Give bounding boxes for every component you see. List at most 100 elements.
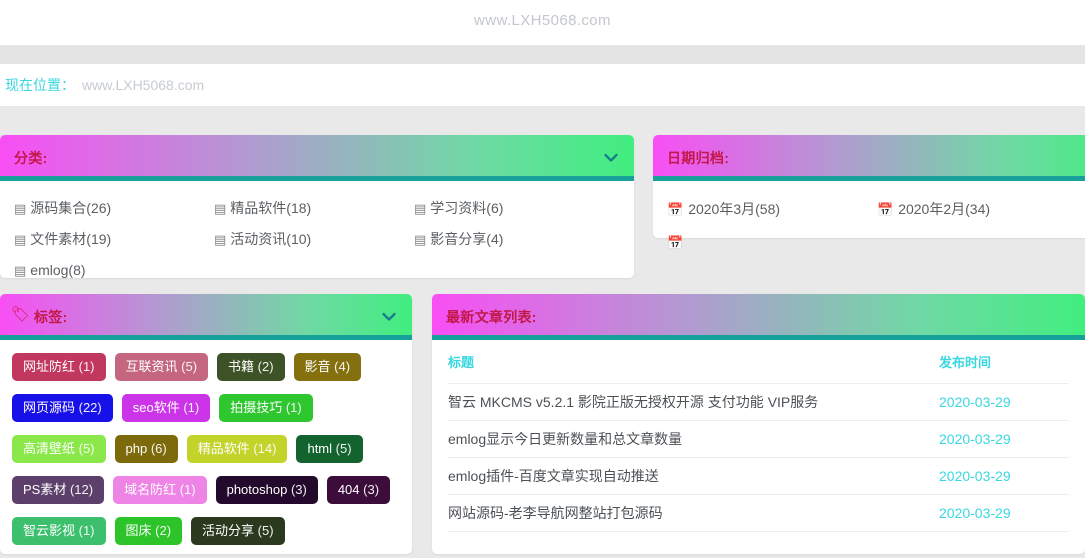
breadcrumb: 现在位置：www.LXH5068.com [5,75,204,95]
tag-link[interactable]: 网页源码 (22) [12,394,113,422]
tag-link[interactable]: 影音 (4) [294,353,362,381]
tags-panel: 🏷 标签: 网址防红 (1) 互联资讯 (5) 书籍 (2) 影音 (4) 网页源码 (… [0,294,412,554]
category-item[interactable]: ▤精品软件(18) [214,193,414,224]
article-date: 2020-03-29 [939,505,1069,521]
tag-label: photoshop [227,482,288,497]
tag-link[interactable]: 高清壁纸 (5) [12,435,106,463]
date-archive-panel-header[interactable]: 日期归档: [653,135,1085,181]
tag-label: 404 [338,482,360,497]
tag-label: seo软件 [133,400,180,415]
tag-link[interactable]: php (6) [115,435,178,463]
category-item-label: emlog(8) [30,262,85,278]
tag-count: (22) [75,400,102,415]
category-item-label: 活动资讯(10) [230,231,311,247]
chevron-down-icon[interactable] [602,149,620,167]
article-date: 2020-03-29 [939,431,1069,447]
calendar-icon: 📅 [877,202,893,217]
categories-panel: 分类: ▤源码集合(26)▤精品软件(18)▤学习资料(6)▤文件素材(19)▤… [0,135,634,278]
tag-label: 图床 [126,523,152,538]
latest-articles-panel: 最新文章列表: 标题 发布时间 智云 MKCMS v5.2.1 影院正版无授权开… [432,294,1085,554]
category-item[interactable]: ▤ 源码集合(26) [14,193,214,224]
tag-count: (1) [75,359,95,374]
article-title[interactable]: emlog显示今日更新数量和总文章数量 [448,429,939,449]
tag-count: (3) [287,482,307,497]
chevron-down-icon[interactable] [380,308,398,326]
categories-list: ▤源码集合(26)▤精品软件(18)▤学习资料(6)▤文件素材(19)▤活动资讯… [0,181,634,286]
date-archive-item-label: 2020年2月(34) [898,201,990,217]
breadcrumb-bar: 现在位置：www.LXH5068.com [0,64,1085,106]
tag-link[interactable]: PS素材 (12) [12,476,104,504]
tag-link[interactable]: 图床 (2) [115,517,183,545]
categories-title: 分类: [14,148,48,168]
article-title[interactable]: 网站源码-老李导航网整站打包源码 [448,503,939,523]
tag-label: 互联资讯 [126,359,178,374]
article-date: 2020-03-29 [939,468,1069,484]
list-icon: ▤ [14,232,26,247]
tag-count: (5) [254,523,274,538]
tag-label: 域名防红 [124,482,176,497]
top-band: www.LXH5068.com [0,0,1085,45]
category-item[interactable]: ▤活动资讯(10) [214,224,414,255]
tag-link[interactable]: 互联资讯 (5) [115,353,209,381]
list-icon: ▤ [14,263,26,278]
tag-link[interactable]: 网址防红 (1) [12,353,106,381]
article-title[interactable]: 智云 MKCMS v5.2.1 影院正版无授权开源 支付功能 VIP服务 [448,392,939,412]
category-item[interactable]: ▤ 影音分享(4) [414,224,614,255]
tag-label: 书籍 [228,359,254,374]
category-item[interactable]: ▤ emlog(8) [14,255,214,286]
date-archive-item[interactable]: 📅 [667,226,877,259]
list-icon: ▤ [14,201,26,216]
column-header-date: 发布时间 [939,352,1069,371]
tag-link[interactable]: 404 (3) [327,476,390,504]
tag-link[interactable]: 书籍 (2) [217,353,285,381]
category-item-label: 精品软件(18) [230,200,311,216]
category-item-label: 影音分享(4) [430,231,503,247]
tag-link[interactable]: 活动分享 (5) [191,517,285,545]
latest-articles-panel-header[interactable]: 最新文章列表: [432,294,1085,340]
category-item-label: 学习资料(6) [430,200,503,216]
tag-link[interactable]: seo软件 (1) [122,394,210,422]
tag-link[interactable]: 精品软件 (14) [187,435,288,463]
date-archive-item-label: 2020年3月(58) [688,201,780,217]
tag-label: html [307,441,332,456]
tag-label: 网页源码 [23,400,75,415]
tag-count: (2) [254,359,274,374]
category-item-label: 源码集合(26) [30,200,111,216]
tag-count: (1) [75,523,95,538]
date-archive-item[interactable]: 📅 2020年3月(58) [667,193,877,226]
tag-link[interactable]: 域名防红 (1) [113,476,207,504]
tag-link[interactable]: 智云影视 (1) [12,517,106,545]
category-item[interactable]: ▤学习资料(6) [414,193,614,224]
breadcrumb-value[interactable]: www.LXH5068.com [82,77,204,93]
tag-icon: 🏷 [11,307,30,322]
tag-label: 精品软件 [198,441,250,456]
date-archive-item[interactable]: 📅 2020年2月(34) [877,193,1085,226]
tag-count: (5) [75,441,95,456]
tags-panel-header[interactable]: 🏷 标签: [0,294,412,340]
latest-articles-title: 最新文章列表: [446,307,537,327]
calendar-icon: 📅 [667,235,683,250]
tag-label: 影音 [305,359,331,374]
tag-count: (5) [178,359,198,374]
tag-count: (1) [180,400,200,415]
table-row[interactable]: 智云 MKCMS v5.2.1 影院正版无授权开源 支付功能 VIP服务2020… [448,384,1069,421]
date-archive-panel: 日期归档: 📅2020年3月(58)📅2020年2月(34)📅 [653,135,1085,238]
articles-table: 标题 发布时间 智云 MKCMS v5.2.1 影院正版无授权开源 支付功能 V… [432,340,1085,532]
tags-title: 标签: [34,307,68,327]
tag-link[interactable]: html (5) [296,435,362,463]
table-row[interactable]: emlog插件-百度文章实现自动推送2020-03-29 [448,458,1069,495]
tag-label: 拍摄技巧 [230,400,282,415]
articles-table-header: 标题 发布时间 [448,340,1069,384]
category-item[interactable]: ▤ 文件素材(19) [14,224,214,255]
calendar-icon: 📅 [667,202,683,217]
tag-link[interactable]: photoshop (3) [216,476,318,504]
categories-panel-header[interactable]: 分类: [0,135,634,181]
table-row[interactable]: emlog显示今日更新数量和总文章数量2020-03-29 [448,421,1069,458]
tag-link[interactable]: 拍摄技巧 (1) [219,394,313,422]
article-title[interactable]: emlog插件-百度文章实现自动推送 [448,466,939,486]
tag-count: (1) [176,482,196,497]
category-item-label: 文件素材(19) [30,231,111,247]
tag-label: 活动分享 [202,523,254,538]
list-icon: ▤ [414,232,426,247]
table-row[interactable]: 网站源码-老李导航网整站打包源码2020-03-29 [448,495,1069,532]
